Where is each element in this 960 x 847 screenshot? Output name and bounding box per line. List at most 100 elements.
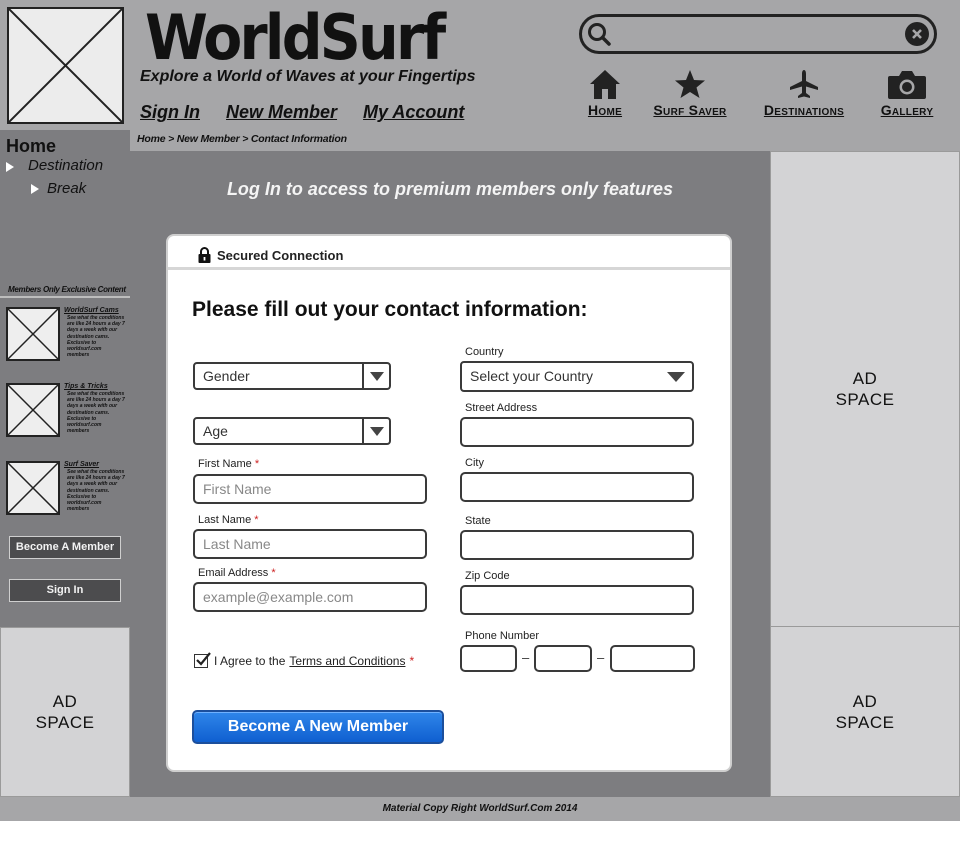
email-field[interactable] xyxy=(193,582,427,612)
exclusive-item-tips[interactable]: Tips & Tricks See what the conditions ar… xyxy=(6,383,126,437)
icon-nav-home-label: Home xyxy=(587,102,623,118)
city-label: City xyxy=(465,457,484,469)
expand-arrow-icon[interactable] xyxy=(31,184,39,194)
icon-nav-destinations-label: Destinations xyxy=(763,102,845,118)
star-icon xyxy=(675,70,705,98)
required-mark: * xyxy=(409,654,415,668)
search-box xyxy=(579,14,937,54)
age-select[interactable]: Age xyxy=(193,417,391,445)
site-header: WorldSurf Explore a World of Waves at yo… xyxy=(0,0,960,130)
contact-form-card: Secured Connection Please fill out your … xyxy=(166,234,732,772)
gender-select[interactable]: Gender xyxy=(193,362,391,390)
sidebar-break-link[interactable]: Break xyxy=(47,180,86,197)
site-footer: Material Copy Right WorldSurf.Com 2014 xyxy=(0,797,960,821)
exclusive-item-title[interactable]: Tips & Tricks xyxy=(64,383,108,390)
country-select-value: Select your Country xyxy=(470,368,593,384)
street-address-label: Street Address xyxy=(465,402,538,414)
last-name-label: Last Name * xyxy=(198,514,259,526)
nav-new-member-link[interactable]: New Member xyxy=(226,102,337,123)
checkmark-icon xyxy=(196,652,211,666)
first-name-field[interactable] xyxy=(193,474,427,504)
street-address-field[interactable] xyxy=(460,417,694,447)
exclusive-item-desc: See what the conditions are like 24 hour… xyxy=(67,391,125,435)
nav-sign-in-link[interactable]: Sign In xyxy=(140,102,200,123)
lock-icon xyxy=(198,247,211,263)
age-select-value: Age xyxy=(203,423,228,439)
exclusive-content-heading: Members Only Exclusive Content xyxy=(8,285,126,294)
login-message[interactable]: Log In to access to premium members only… xyxy=(130,179,770,200)
icon-nav-surf-saver[interactable]: Surf Saver xyxy=(644,68,736,118)
exclusive-item-cams[interactable]: WorldSurf Cams See what the conditions a… xyxy=(6,307,126,361)
brand-name: WorldSurf xyxy=(145,1,446,74)
gender-select-value: Gender xyxy=(203,368,250,384)
camera-icon xyxy=(888,71,926,99)
exclusive-item-title[interactable]: Surf Saver xyxy=(64,461,99,468)
image-placeholder-icon xyxy=(6,383,60,437)
chevron-down-icon xyxy=(362,364,389,388)
logo-image-placeholder xyxy=(7,7,124,124)
first-name-label: First Name * xyxy=(198,458,260,470)
sidebar-home-link[interactable]: Home xyxy=(6,136,56,157)
terms-and-conditions-link[interactable]: Terms and Conditions xyxy=(289,654,405,668)
ad-text: SPACE xyxy=(835,712,895,732)
expand-arrow-icon[interactable] xyxy=(6,162,14,172)
search-input[interactable] xyxy=(618,21,898,47)
ad-space-left[interactable]: AD SPACE xyxy=(0,627,130,797)
zip-code-label: Zip Code xyxy=(465,570,510,582)
copyright-text: Material Copy Right WorldSurf.Com 2014 xyxy=(382,803,578,814)
left-sidebar: Home Destination Break Members Only Excl… xyxy=(0,130,130,627)
phone-area-code-field[interactable] xyxy=(460,645,517,672)
become-member-button[interactable]: Become A Member xyxy=(9,536,121,559)
search-icon[interactable] xyxy=(586,21,612,47)
last-name-field[interactable] xyxy=(193,529,427,559)
icon-nav-destinations[interactable]: Destinations xyxy=(752,68,856,118)
sidebar-destination-link[interactable]: Destination xyxy=(28,157,103,174)
exclusive-item-desc: See what the conditions are like 24 hour… xyxy=(67,315,125,359)
become-new-member-button[interactable]: Become A New Member xyxy=(192,710,444,744)
city-field[interactable] xyxy=(460,472,694,502)
icon-nav-surf-saver-label: Surf Saver xyxy=(653,102,727,118)
exclusive-item-surf-saver[interactable]: Surf Saver See what the conditions are l… xyxy=(6,461,126,515)
sidebar-sign-in-button[interactable]: Sign In xyxy=(9,579,121,602)
divider xyxy=(0,296,130,298)
state-field[interactable] xyxy=(460,530,694,560)
phone-separator: – xyxy=(522,650,530,665)
icon-nav-gallery-label: Gallery xyxy=(880,102,934,118)
ad-text: AD xyxy=(52,692,78,711)
exclusive-item-title[interactable]: WorldSurf Cams xyxy=(64,307,119,314)
exclusive-item-desc: See what the conditions are like 24 hour… xyxy=(67,469,125,513)
image-placeholder-icon xyxy=(6,461,60,515)
country-label: Country xyxy=(465,346,504,358)
icon-nav-home[interactable]: Home xyxy=(580,68,630,118)
main-content: Log In to access to premium members only… xyxy=(130,151,770,797)
phone-prefix-field[interactable] xyxy=(534,645,592,672)
clear-search-icon[interactable] xyxy=(905,22,929,46)
ad-text: AD xyxy=(852,691,878,711)
top-nav: Sign In New Member My Account xyxy=(140,102,464,123)
country-select[interactable]: Select your Country xyxy=(460,361,694,392)
image-placeholder-icon xyxy=(9,9,122,122)
terms-agreement: I Agree to the Terms and Conditions * xyxy=(194,652,415,668)
chevron-down-icon xyxy=(667,372,685,382)
state-label: State xyxy=(465,515,491,527)
terms-checkbox[interactable] xyxy=(194,652,211,668)
card-header: Secured Connection xyxy=(168,236,730,270)
ad-space-right-bottom[interactable]: AD SPACE xyxy=(770,626,960,797)
phone-number-label: Phone Number xyxy=(465,630,539,642)
icon-nav: Home Surf Saver Destinations Gallery xyxy=(576,68,946,124)
home-icon xyxy=(590,70,620,99)
breadcrumb-text[interactable]: Home > New Member > Contact Information xyxy=(137,133,347,145)
chevron-down-icon xyxy=(362,419,389,443)
phone-line-field[interactable] xyxy=(610,645,695,672)
secured-connection-label: Secured Connection xyxy=(217,248,344,263)
airplane-icon xyxy=(790,70,818,98)
agree-text: I Agree to the xyxy=(214,654,286,668)
ad-space-right-top[interactable]: AD SPACE xyxy=(770,151,960,627)
ad-text: SPACE xyxy=(835,390,895,409)
nav-my-account-link[interactable]: My Account xyxy=(363,102,464,123)
form-title: Please fill out your contact information… xyxy=(192,298,588,321)
zip-code-field[interactable] xyxy=(460,585,694,615)
phone-separator: – xyxy=(597,650,605,665)
icon-nav-gallery[interactable]: Gallery xyxy=(872,68,942,118)
brand-tagline: Explore a World of Waves at your Fingert… xyxy=(140,68,476,85)
